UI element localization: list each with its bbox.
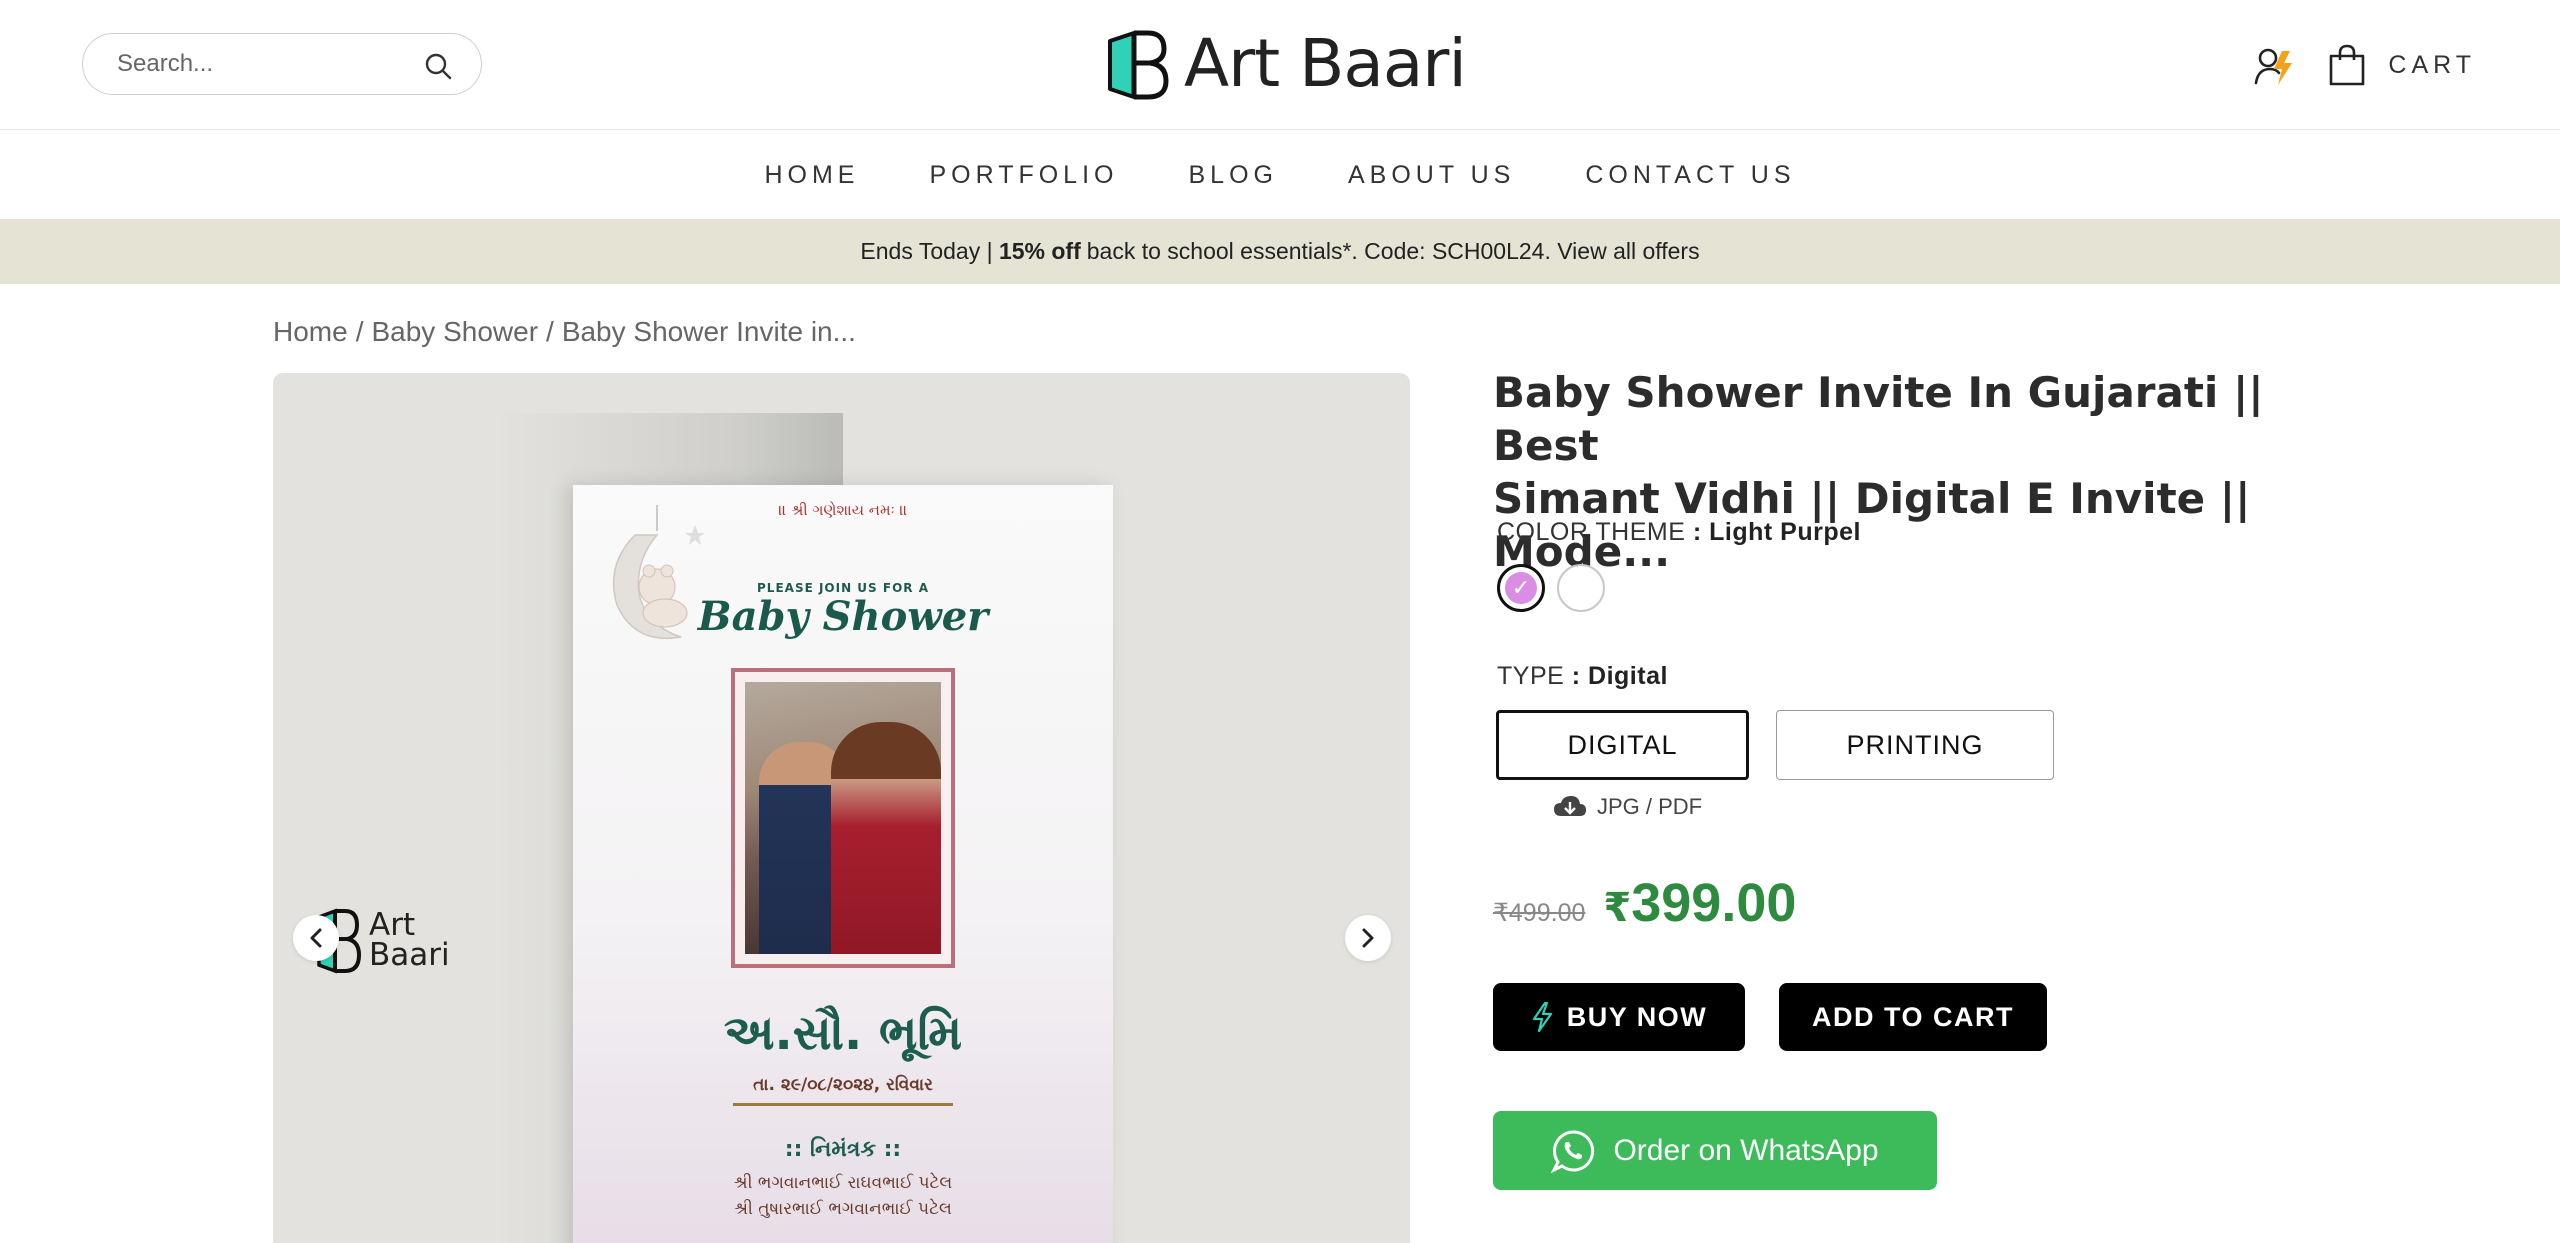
type-value: : Digital bbox=[1571, 662, 1668, 690]
color-theme-value: : Light Purpel bbox=[1692, 518, 1861, 546]
shopping-bag-icon bbox=[2330, 44, 2365, 86]
gallery-logo-line1: Art bbox=[369, 907, 416, 943]
chevron-right-icon bbox=[1362, 928, 1374, 948]
color-theme-title: COLOR THEME bbox=[1497, 518, 1686, 546]
nav-blog[interactable]: BLOG bbox=[1188, 161, 1277, 190]
promo-prefix: Ends Today | bbox=[860, 238, 993, 264]
color-theme-label: COLOR THEME : Light Purpel bbox=[1497, 518, 1861, 547]
invite-divider bbox=[733, 1103, 953, 1106]
logo-mark-icon bbox=[1108, 30, 1169, 100]
promo-highlight: 15% off bbox=[998, 238, 1081, 264]
type-option-digital[interactable]: DIGITAL bbox=[1496, 710, 1749, 780]
invite-blessing: ॥ શ્રી ગણેશાય નમઃ ॥ bbox=[778, 501, 908, 519]
breadcrumb: Home / Baby Shower / Baby Shower Invite … bbox=[273, 316, 856, 348]
swatch-light-purple[interactable]: ✓ bbox=[1497, 564, 1545, 612]
nav-home[interactable]: HOME bbox=[764, 161, 859, 190]
color-swatches: ✓ bbox=[1497, 564, 1605, 612]
invite-name: અ.સૌ. ભૂમિ bbox=[723, 1005, 963, 1061]
header-actions: CART bbox=[2252, 40, 2476, 90]
main-nav: HOME PORTFOLIO BLOG ABOUT US CONTACT US bbox=[0, 131, 2560, 219]
swatch-white[interactable] bbox=[1557, 564, 1605, 612]
gallery-next-button[interactable] bbox=[1345, 915, 1391, 961]
product-info: Baby Shower Invite In Gujarati || Best S… bbox=[1493, 366, 2343, 1190]
sale-price-value: 399.00 bbox=[1631, 873, 1797, 933]
couple-photo bbox=[745, 682, 941, 954]
nav-contact-us[interactable]: CONTACT US bbox=[1585, 161, 1795, 190]
search-box[interactable] bbox=[82, 33, 482, 95]
whatsapp-order-button[interactable]: Order on WhatsApp bbox=[1493, 1111, 1937, 1190]
invite-inviter-2: શ્રી તુષારભાઈ ભગવાનભાઈ પટેલ bbox=[734, 1199, 952, 1219]
sale-price: ₹399.00 bbox=[1603, 872, 1796, 934]
breadcrumb-current: Baby Shower Invite in... bbox=[561, 316, 856, 347]
buy-now-label: BUY NOW bbox=[1566, 1001, 1708, 1032]
format-text: JPG / PDF bbox=[1597, 794, 1703, 819]
invite-date: તા. ૨૯/૦૮/૨૦૨૪, રવિવાર bbox=[753, 1075, 933, 1095]
type-title: TYPE bbox=[1497, 662, 1565, 690]
search-input[interactable] bbox=[117, 48, 417, 80]
invite-inviter-1: શ્રી ભગવાનભાઈ રાઘવભાઈ પટેલ bbox=[733, 1173, 953, 1193]
nav-portfolio[interactable]: PORTFOLIO bbox=[929, 161, 1118, 190]
invite-card-image: ॥ શ્રી ગણેશાય નમઃ ॥ PLEASE JOIN US FOR A… bbox=[573, 485, 1113, 1243]
logo-text: Art Baari bbox=[1184, 25, 1467, 102]
original-price: ₹499.00 bbox=[1493, 899, 1586, 927]
currency-symbol: ₹ bbox=[1603, 886, 1632, 930]
breadcrumb-separator: / bbox=[355, 316, 364, 347]
cloud-download-icon bbox=[1554, 796, 1586, 816]
type-label: TYPE : Digital bbox=[1497, 662, 1668, 691]
format-note: JPG / PDF bbox=[1553, 794, 1702, 820]
promo-banner[interactable]: Ends Today | 15% off back to school esse… bbox=[0, 219, 2560, 284]
product-title-line1: Baby Shower Invite In Gujarati || Best bbox=[1493, 368, 2264, 470]
breadcrumb-home[interactable]: Home bbox=[273, 316, 348, 348]
cart-label: CART bbox=[2388, 50, 2476, 79]
product-gallery[interactable]: ॥ શ્રી ગણેશાય નમઃ ॥ PLEASE JOIN US FOR A… bbox=[273, 373, 1410, 1243]
chevron-left-icon bbox=[310, 928, 322, 948]
promo-text: back to school essentials*. Code: SCH00L… bbox=[1086, 238, 1700, 264]
couple-photo-frame bbox=[731, 668, 955, 968]
cart-link[interactable]: CART bbox=[2328, 43, 2476, 87]
site-logo[interactable]: Art Baari bbox=[1104, 24, 1467, 104]
price-block: ₹499.00 ₹399.00 bbox=[1493, 872, 1796, 934]
invite-event-title: Baby Shower bbox=[697, 593, 989, 640]
lightning-icon bbox=[1532, 1002, 1552, 1032]
gallery-logo-line2: Baari bbox=[369, 937, 450, 973]
whatsapp-label: Order on WhatsApp bbox=[1613, 1133, 1879, 1167]
search-icon[interactable] bbox=[423, 51, 453, 81]
type-option-printing[interactable]: PRINTING bbox=[1776, 710, 2054, 780]
breadcrumb-baby-shower[interactable]: Baby Shower bbox=[371, 316, 538, 348]
site-header: Art Baari CART bbox=[0, 0, 2560, 130]
check-icon: ✓ bbox=[1505, 572, 1537, 604]
buy-now-button[interactable]: BUY NOW bbox=[1493, 983, 1745, 1051]
gallery-logo-text: Art Baari bbox=[369, 907, 450, 973]
quick-account-icon[interactable] bbox=[2252, 43, 2296, 87]
nav-about-us[interactable]: ABOUT US bbox=[1348, 161, 1515, 190]
whatsapp-icon bbox=[1551, 1129, 1595, 1173]
invite-inviter-heading: :: નિમંત્રક :: bbox=[784, 1137, 902, 1162]
gallery-prev-button[interactable] bbox=[293, 915, 339, 961]
add-to-cart-button[interactable]: ADD TO CART bbox=[1779, 983, 2047, 1051]
breadcrumb-separator: / bbox=[546, 316, 554, 347]
photo-figure-woman bbox=[831, 722, 941, 954]
